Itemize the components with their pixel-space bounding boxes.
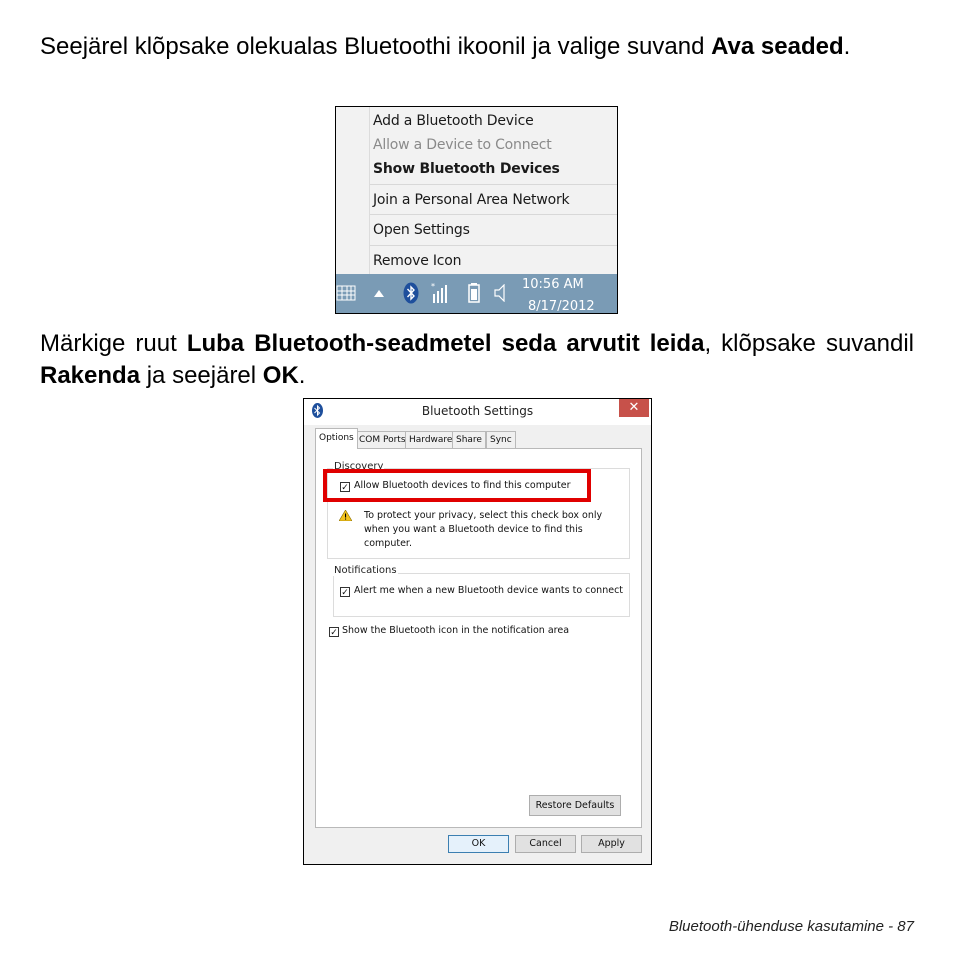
instruction-text: . — [298, 362, 306, 389]
bluetooth-context-menu: Add a Bluetooth Device Allow a Device to… — [336, 107, 617, 275]
menu-separator — [370, 245, 617, 246]
instruction-text: ja seejärel — [140, 362, 263, 389]
privacy-warning-text: To protect your privacy, select this che… — [364, 510, 603, 549]
instruction-bold-checkbox: Luba Bluetooth-seadmetel seda arvutit le… — [186, 330, 705, 357]
tab-options[interactable]: Options — [315, 428, 358, 449]
instruction-bold-ok: OK — [262, 362, 299, 389]
instruction-text: Märkige ruut — [40, 330, 187, 357]
battery-icon[interactable] — [468, 283, 480, 303]
alert-connect-checkbox[interactable]: ✓ — [340, 587, 350, 597]
menu-item-open-settings[interactable]: Open Settings — [373, 222, 470, 238]
cancel-button[interactable]: Cancel — [515, 835, 576, 853]
context-menu-screenshot: Add a Bluetooth Device Allow a Device to… — [335, 106, 618, 314]
alert-connect-label[interactable]: Alert me when a new Bluetooth device wan… — [354, 585, 623, 596]
menu-item-show-devices[interactable]: Show Bluetooth Devices — [373, 161, 560, 177]
ok-button[interactable]: OK — [448, 835, 509, 853]
tab-share[interactable]: Share — [452, 431, 486, 448]
keyboard-icon[interactable] — [336, 285, 356, 301]
restore-defaults-button[interactable]: Restore Defaults — [529, 795, 621, 816]
tab-sync[interactable]: Sync — [486, 431, 516, 448]
dialog-titlebar[interactable]: Bluetooth Settings ✕ — [304, 399, 651, 425]
menu-separator — [370, 184, 617, 185]
menu-item-join-pan[interactable]: Join a Personal Area Network — [373, 192, 570, 208]
intro-bold-option: Ava seaded — [711, 33, 844, 60]
speaker-icon[interactable] — [494, 284, 508, 302]
page-footer: Bluetooth-ühenduse kasutamine - 87 — [668, 918, 914, 935]
menu-item-allow-connect: Allow a Device to Connect — [373, 137, 552, 153]
close-button[interactable]: ✕ — [619, 399, 649, 417]
svg-text:*: * — [431, 282, 435, 291]
bluetooth-icon[interactable] — [403, 282, 419, 304]
close-icon: ✕ — [628, 400, 640, 415]
menu-gutter — [369, 107, 370, 274]
intro-text: Seejärel klõpsake olekualas Bluetoothi i… — [40, 33, 712, 60]
menu-item-add-device[interactable]: Add a Bluetooth Device — [373, 113, 534, 129]
taskbar: * 10:56 AM 8/17/2012 — [336, 274, 617, 313]
options-panel: Discovery ✓ Allow Bluetooth devices to f… — [315, 448, 642, 828]
instruction-bold-apply: Rakenda — [40, 362, 141, 389]
intro-end: . — [843, 33, 851, 60]
show-icon-checkbox[interactable]: ✓ — [329, 627, 339, 637]
dialog-title: Bluetooth Settings — [421, 404, 534, 418]
tab-com-ports[interactable]: COM Ports — [355, 431, 410, 448]
taskbar-time[interactable]: 10:56 AM — [522, 277, 584, 292]
menu-item-remove-icon[interactable]: Remove Icon — [373, 253, 462, 269]
instruction-paragraph: Märkige ruut Luba Bluetooth-seadmetel se… — [40, 328, 914, 392]
instruction-text: , klõpsake suvandil — [704, 330, 914, 357]
apply-button[interactable]: Apply — [581, 835, 642, 853]
notifications-group-label: Notifications — [333, 565, 398, 576]
taskbar-date[interactable]: 8/17/2012 — [528, 299, 595, 313]
tab-hardware[interactable]: Hardware — [405, 431, 457, 448]
intro-paragraph: Seejärel klõpsake olekualas Bluetoothi i… — [40, 31, 914, 63]
network-icon[interactable]: * — [431, 282, 449, 304]
chevron-up-icon[interactable] — [374, 290, 384, 297]
menu-separator — [370, 214, 617, 215]
warning-icon — [339, 510, 352, 521]
show-icon-label[interactable]: Show the Bluetooth icon in the notificat… — [342, 625, 569, 636]
bluetooth-settings-dialog: Bluetooth Settings ✕ Options COM Ports H… — [303, 398, 652, 865]
highlight-box — [323, 469, 591, 502]
